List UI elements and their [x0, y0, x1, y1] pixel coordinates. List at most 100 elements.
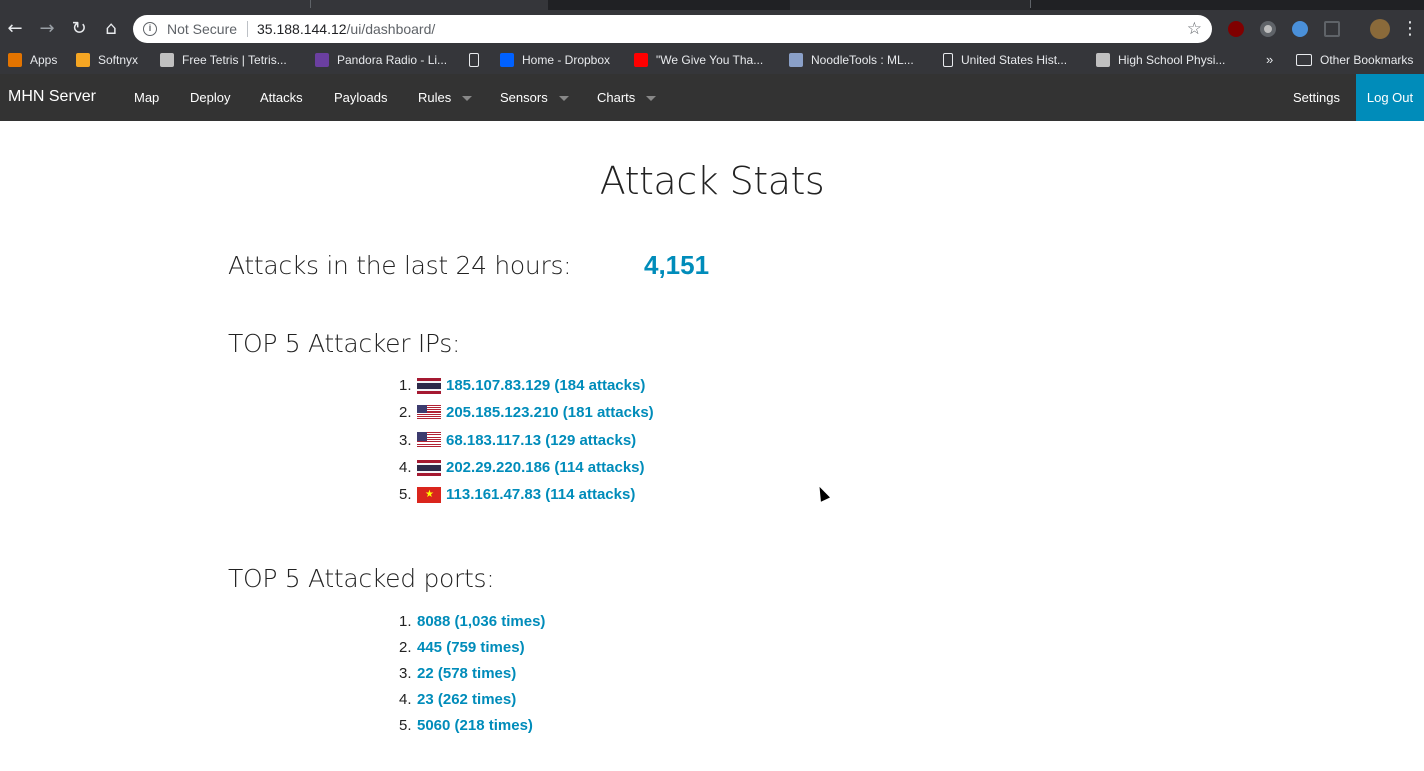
list-number: 5. [399, 716, 412, 734]
logout-button[interactable]: Log Out [1356, 74, 1424, 121]
bookmark-item[interactable] [469, 53, 487, 67]
browser-tab[interactable] [790, 0, 1030, 10]
page-icon [469, 53, 479, 67]
nav-label: Payloads [334, 90, 388, 105]
bookmark-item[interactable]: Pandora Radio - Li... [315, 53, 447, 67]
page-icon [943, 53, 953, 67]
url-host: 35.188.144.12 [257, 21, 347, 37]
attacks-24h-label: Attacks in the last 24 hours: [228, 251, 572, 280]
pandora-icon [315, 53, 329, 67]
list-number: 4. [399, 459, 412, 476]
nav-label: Sensors [500, 90, 548, 105]
bookmarks-overflow-icon[interactable]: » [1266, 52, 1273, 67]
bookmark-item[interactable]: Apps [8, 53, 57, 67]
list-number: 2. [399, 638, 412, 656]
back-arrow-icon[interactable]: ← [3, 17, 27, 41]
bookmark-item[interactable]: High School Physi... [1096, 53, 1225, 67]
top-ips-heading: TOP 5 Attacker IPs: [228, 329, 461, 358]
bookmark-label: Apps [30, 53, 58, 67]
attacker-ip-item: 2. 205.185.123.210 (181 attacks) [399, 399, 654, 426]
omnibox-divider [247, 21, 248, 37]
top-ports-list: 1. 8088 (1,036 times) 2. 445 (759 times) 3. 2… [399, 608, 545, 738]
nav-label: Attacks [260, 90, 303, 105]
noodletools-icon [789, 53, 803, 67]
list-number: 4. [399, 690, 412, 708]
address-bar[interactable]: i Not Secure 35.188.144.12/ui/dashboard/… [133, 15, 1212, 43]
attacked-port-link[interactable]: 8088 (1,036 times) [417, 613, 545, 630]
security-label[interactable]: Not Secure [167, 21, 237, 37]
list-number: 1. [399, 377, 412, 394]
list-number: 1. [399, 612, 412, 630]
reload-icon[interactable]: ↻ [67, 17, 91, 41]
profile-avatar[interactable] [1370, 19, 1390, 39]
browser-menu-icon[interactable]: ⋮ [1398, 17, 1422, 41]
attacker-ip-link[interactable]: 113.161.47.83 (114 attacks) [446, 486, 635, 503]
nav-payloads[interactable]: Payloads [334, 90, 387, 105]
record-extension-icon[interactable] [1260, 21, 1276, 37]
url-text[interactable]: 35.188.144.12/ui/dashboard/ [257, 21, 435, 37]
nav-deploy[interactable]: Deploy [190, 90, 230, 105]
list-number: 3. [399, 431, 412, 449]
bookmark-label: "We Give You Tha... [656, 53, 764, 67]
home-icon[interactable]: ⌂ [99, 17, 123, 41]
caret-down-icon [646, 96, 657, 102]
apps-grid-icon [8, 53, 22, 67]
bookmark-item[interactable]: NoodleTools : ML... [789, 53, 914, 67]
info-icon[interactable]: i [143, 22, 157, 36]
thailand-flag-icon [417, 377, 441, 394]
ublock-extension-icon[interactable] [1228, 21, 1244, 37]
attacker-ip-link[interactable]: 205.185.123.210 (181 attacks) [446, 404, 654, 421]
attacker-ip-link[interactable]: 202.29.220.186 (114 attacks) [446, 459, 645, 476]
vietnam-flag-icon: ★ [417, 486, 441, 503]
brand[interactable]: MHN Server [8, 88, 96, 106]
bookmark-item[interactable]: "We Give You Tha... [634, 53, 763, 67]
bookmark-label: Free Tetris | Tetris... [182, 53, 287, 67]
physics-icon [1096, 53, 1110, 67]
nav-map[interactable]: Map [134, 90, 159, 105]
cast-icon[interactable] [1324, 21, 1340, 37]
nav-attacks[interactable]: Attacks [260, 90, 303, 105]
browser-tab-strip [0, 0, 1424, 10]
attacked-port-item: 1. 8088 (1,036 times) [399, 608, 545, 634]
tetris-icon [160, 53, 174, 67]
attacker-ip-item: 4. 202.29.220.186 (114 attacks) [399, 454, 654, 481]
usa-flag-icon [417, 404, 441, 421]
attacked-port-link[interactable]: 23 (262 times) [417, 691, 516, 708]
extension-icon[interactable] [1292, 21, 1308, 37]
nav-sensors-dropdown[interactable]: Sensors [500, 90, 569, 105]
softnyx-icon [76, 53, 90, 67]
bookmark-item[interactable]: Softnyx [76, 53, 138, 67]
usa-flag-icon [417, 432, 441, 448]
attacked-port-link[interactable]: 445 (759 times) [417, 639, 525, 656]
list-number: 2. [399, 404, 412, 421]
bookmark-label: United States Hist... [961, 53, 1068, 67]
bookmark-label: NoodleTools : ML... [811, 53, 914, 67]
tab-separator [1030, 0, 1031, 8]
other-bookmarks-label: Other Bookmarks [1320, 53, 1414, 67]
bookmark-item[interactable]: Free Tetris | Tetris... [160, 53, 287, 67]
attacked-port-link[interactable]: 22 (578 times) [417, 665, 516, 682]
bookmark-label: Softnyx [98, 53, 139, 67]
caret-down-icon [462, 96, 473, 102]
attacker-ip-item: 5. ★ 113.161.47.83 (114 attacks) [399, 481, 654, 508]
attacked-port-link[interactable]: 5060 (218 times) [417, 717, 533, 734]
nav-label: Rules [418, 90, 452, 105]
forward-arrow-icon[interactable]: → [35, 17, 59, 41]
nav-rules-dropdown[interactable]: Rules [418, 90, 473, 105]
youtube-icon [634, 53, 648, 67]
bookmark-label: Pandora Radio - Li... [337, 53, 448, 67]
nav-label: Map [134, 90, 160, 105]
attacker-ip-link[interactable]: 68.183.117.13 (129 attacks) [446, 432, 636, 449]
bookmark-star-icon[interactable]: ☆ [1187, 19, 1202, 39]
nav-settings[interactable]: Settings [1293, 90, 1340, 105]
attacker-ip-item: 1. 185.107.83.129 (184 attacks) [399, 372, 654, 399]
attacker-ip-link[interactable]: 185.107.83.129 (184 attacks) [446, 377, 645, 394]
nav-charts-dropdown[interactable]: Charts [597, 90, 657, 105]
top-ips-list: 1. 185.107.83.129 (184 attacks) 2. 205.185.… [399, 372, 654, 508]
attacked-port-item: 4. 23 (262 times) [399, 686, 545, 712]
nav-label: Deploy [190, 90, 231, 105]
bookmark-item[interactable]: Home - Dropbox [500, 53, 610, 67]
other-bookmarks[interactable]: Other Bookmarks [1296, 53, 1413, 67]
browser-tab-active[interactable] [0, 0, 548, 10]
bookmark-item[interactable]: United States Hist... [943, 53, 1067, 67]
